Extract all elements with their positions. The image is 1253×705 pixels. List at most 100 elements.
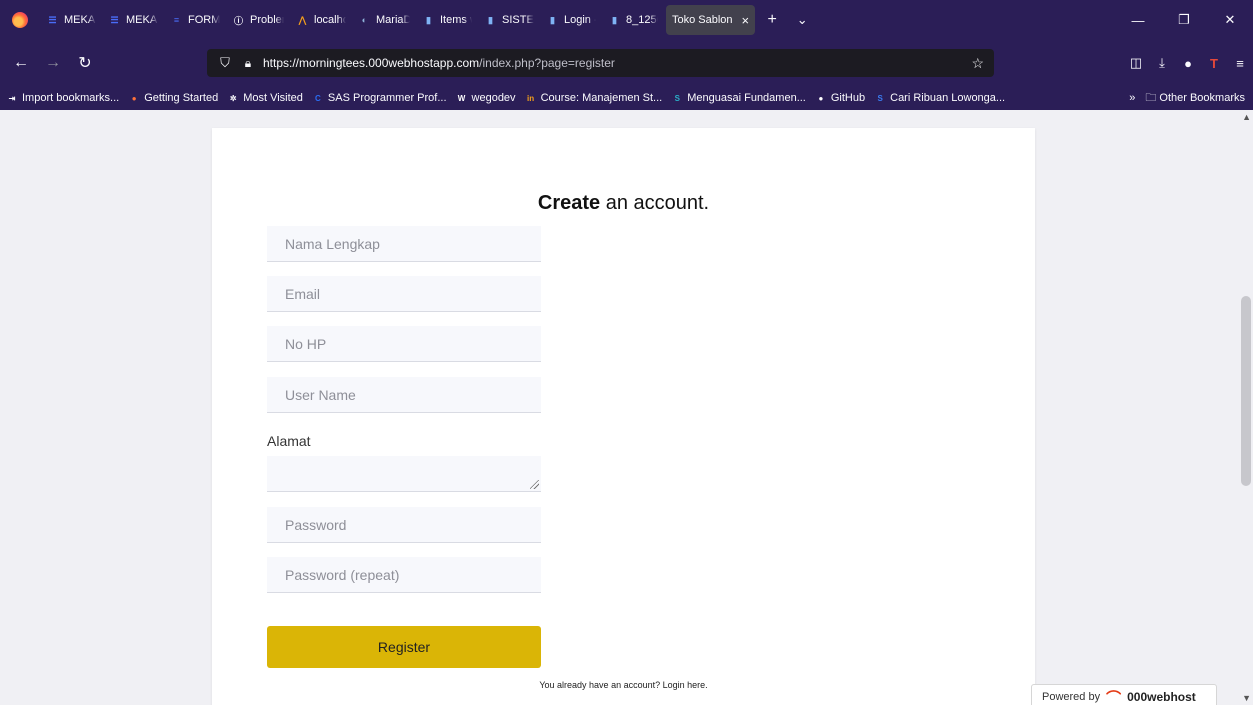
tracking-shield-icon[interactable]: ⛉ (217, 55, 233, 71)
tab-label: Login - Al (564, 14, 596, 26)
downloads-icon[interactable]: ⤓ (1149, 48, 1175, 78)
tab-label: MEKANISI (126, 14, 158, 26)
bookmark-item[interactable]: S Menguasai Fundamen... (671, 92, 806, 104)
tab-label: MariaDB: (376, 14, 410, 26)
tab-item[interactable]: ⋀ localhost (290, 0, 352, 40)
phone-field[interactable] (267, 326, 541, 362)
bookmark-item[interactable]: ● Getting Started (128, 92, 218, 104)
folder-icon: 🗀︎ (1145, 91, 1160, 104)
email-field[interactable] (267, 276, 541, 312)
title-bold: Create (537, 192, 601, 214)
bookmark-label: Most Visited (243, 92, 303, 104)
resize-grip-icon[interactable] (530, 480, 539, 489)
scroll-down-icon[interactable]: ▼ (1242, 693, 1251, 703)
password-field[interactable] (267, 507, 541, 543)
list-icon: ☰ (110, 14, 119, 25)
webhost-logo-icon: ⌒ (1106, 689, 1122, 705)
tab-label: MEKANISI (64, 14, 96, 26)
file-icon: ▮ (426, 14, 431, 25)
tab-list-icon[interactable]: ⌄ (787, 0, 817, 40)
register-button[interactable]: Register (267, 626, 541, 668)
full-name-field[interactable] (267, 226, 541, 262)
tab-bar: ☰ MEKANISI ☰ MEKANISI ≡ FORMAT S ⓘ Problem l ⋀ lo… (0, 0, 1253, 40)
tab-label: Items whe (440, 14, 472, 26)
password-repeat-field[interactable] (267, 557, 541, 593)
s-icon: S (674, 93, 680, 103)
scroll-up-icon[interactable]: ▲ (1242, 112, 1251, 122)
tab-label: SISTEM IN (502, 14, 534, 26)
tab-item[interactable]: ⓘ Problem l (226, 0, 290, 40)
bookmark-item[interactable]: C SAS Programmer Prof... (312, 92, 447, 104)
c-icon: C (315, 93, 321, 103)
forward-icon[interactable]: → (38, 48, 68, 78)
close-tab-icon[interactable]: × (742, 13, 750, 28)
tab-item[interactable]: ◐ MariaDB: (352, 0, 416, 40)
bookmark-item[interactable]: ● GitHub (815, 92, 865, 104)
bookmark-star-icon[interactable]: ☆ (971, 55, 984, 72)
minimize-icon[interactable]: — (1115, 0, 1161, 40)
extension-icon[interactable]: T (1201, 48, 1227, 78)
url-host: https://morningtees.000webhostapp.com (263, 56, 480, 70)
address-textarea[interactable] (267, 456, 541, 492)
window-controls: — ❐ ✕ (1115, 0, 1253, 40)
bookmark-item[interactable]: S Cari Ribuan Lowonga... (874, 92, 1005, 104)
powered-by-badge[interactable]: Powered by ⌒ 000webhost (1031, 684, 1217, 705)
bookmark-label: Cari Ribuan Lowonga... (890, 92, 1006, 104)
toolbar-right: ◫ ⤓ ● T ≡ (1123, 48, 1253, 78)
bookmark-label: SAS Programmer Prof... (327, 92, 447, 104)
restore-icon[interactable]: ❐ (1161, 0, 1207, 40)
tab-label: FORMAT S (188, 14, 220, 26)
mariadb-icon: ◐ (361, 15, 368, 25)
tab-label: 8_125610 (626, 14, 658, 26)
lock-icon[interactable]: 🔒︎ (241, 56, 255, 71)
bookmark-item[interactable]: Wwegodev (456, 92, 516, 104)
address-label: Alamat (267, 433, 311, 449)
bookmark-label: Getting Started (144, 92, 219, 104)
other-bookmarks[interactable]: 🗀︎ Other Bookmarks (1145, 89, 1245, 108)
register-card: Create an account. Alamat Register You a… (212, 128, 1035, 705)
tab-active[interactable]: Toko Sablon × (666, 5, 756, 35)
url-path: /index.php?page=register (479, 56, 615, 70)
tab-item[interactable]: ▮ Items whe (416, 0, 478, 40)
nav-bar: ← → ↻ ⛉ 🔒︎ https://morningtees.000webhos… (0, 40, 1253, 86)
url-text[interactable]: https://morningtees.000webhostapp.com/in… (263, 56, 615, 70)
account-icon[interactable]: ● (1175, 48, 1201, 78)
tab-item[interactable]: ≡ FORMAT S (164, 0, 226, 40)
reload-icon[interactable]: ↻ (70, 48, 100, 78)
app-menu-icon[interactable]: ≡ (1227, 48, 1253, 78)
url-bar[interactable]: ⛉ 🔒︎ https://morningtees.000webhostapp.c… (207, 49, 994, 77)
gear-icon: ✲ (229, 93, 237, 103)
tab-item[interactable]: ▮ 8_125610 (602, 0, 664, 40)
title-rest: an account. (600, 192, 710, 214)
tab-label: Problem l (250, 14, 284, 26)
firefox-menu-icon[interactable] (0, 0, 40, 40)
bookmark-list: ⇥ Import bookmarks... ● Getting Started ✲ Mos… (6, 92, 1014, 104)
scroll-thumb[interactable] (1241, 296, 1251, 486)
tab-item[interactable]: ▮ Login - Al (540, 0, 602, 40)
page-viewport: Create an account. Alamat Register You a… (0, 110, 1253, 705)
more-bookmarks-icon[interactable]: » (1129, 92, 1135, 104)
bookmark-item[interactable]: ⇥ Import bookmarks... (6, 92, 120, 104)
firefox-icon: ● (131, 93, 137, 103)
page-scrollbar[interactable]: ▲ ▼ (1239, 110, 1253, 705)
tab-label: localhost (314, 14, 346, 26)
w-icon: W (457, 93, 466, 103)
tab-item[interactable]: ☰ MEKANISI (102, 0, 164, 40)
s-icon: S (877, 93, 883, 103)
username-field[interactable] (267, 377, 541, 413)
new-tab-button[interactable]: + (757, 0, 787, 40)
tab-label: Toko Sablon (672, 14, 733, 26)
close-window-icon[interactable]: ✕ (1207, 0, 1253, 40)
tab-item[interactable]: ▮ SISTEM IN (478, 0, 540, 40)
powered-brand: 000webhost (1127, 690, 1196, 704)
bookmark-label: GitHub (830, 92, 866, 104)
pocket-icon[interactable]: ◫ (1123, 48, 1149, 78)
bookmark-item[interactable]: ✲ Most Visited (227, 92, 303, 104)
login-link[interactable]: You already have an account? Login here. (212, 680, 1035, 690)
bookmark-item[interactable]: in Course: Manajemen St... (525, 92, 662, 104)
tab-strip: ☰ MEKANISI ☰ MEKANISI ≡ FORMAT S ⓘ Problem l ⋀ lo… (40, 0, 664, 40)
back-icon[interactable]: ← (6, 48, 36, 78)
doc-icon: ≡ (173, 15, 180, 25)
other-bookmarks-label: Other Bookmarks (1159, 91, 1245, 104)
tab-item[interactable]: ☰ MEKANISI (40, 0, 102, 40)
